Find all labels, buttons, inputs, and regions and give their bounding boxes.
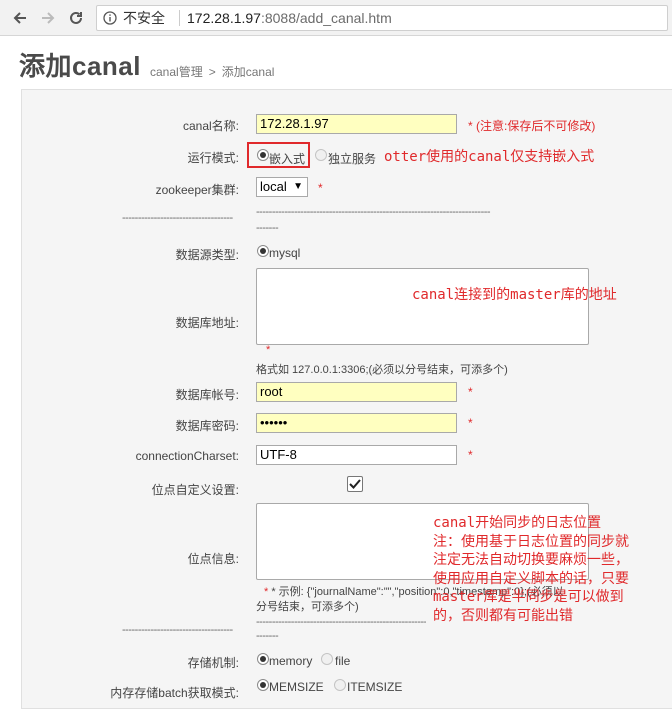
checkmark-icon (349, 479, 361, 489)
browser-toolbar: 不安全 172.28.1.97:8088/add_canal.htm (0, 0, 672, 36)
storage-file-label: file (335, 654, 351, 668)
divider-wrap: ------- (256, 630, 279, 642)
url-text: 172.28.1.97:8088/add_canal.htm (187, 6, 392, 30)
address-annotation: canal连接到的master库的地址 (412, 287, 617, 303)
canal-name-label: canal名称: (182, 119, 239, 133)
mode-annotation: otter使用的canal仅支持嵌入式 (384, 149, 595, 165)
db-address-label: 数据库地址: (175, 316, 239, 330)
charset-label: connectionCharset: (135, 449, 239, 463)
position-annotation-line: 使用应用自定义脚本的话，只要 (433, 570, 629, 587)
position-annotation-line: 注定无法自动切换要麻烦一些， (433, 552, 629, 568)
divider-right: ----------------------------------------… (256, 206, 491, 218)
position-annotation-line: 的，否则都有可能出错 (433, 607, 573, 624)
position-annotation-line: canal开始同步的日志位置 (433, 515, 602, 531)
zookeeper-label: zookeeper集群: (155, 183, 239, 197)
db-account-label: 数据库帐号: (175, 388, 239, 402)
breadcrumb-separator: > (208, 65, 216, 79)
db-address-textarea[interactable] (256, 268, 589, 345)
url-path: :8088/add_canal.htm (260, 10, 392, 26)
custom-position-label: 位点自定义设置: (151, 483, 239, 497)
breadcrumb-add-canal: 添加canal (221, 65, 275, 79)
divider-wrap: ------- (256, 222, 279, 234)
db-address-required: * (266, 344, 271, 356)
forward-button[interactable] (36, 6, 60, 30)
db-password-input[interactable]: •••••• (256, 413, 457, 433)
reload-icon (70, 11, 82, 24)
position-annotation-line: 注：使用基于日志位置的同步就 (433, 533, 629, 550)
canal-name-note: * (注意:保存后不可修改) (468, 119, 596, 133)
run-mode-label: 运行模式: (187, 151, 239, 165)
batch-memsize-radio[interactable] (257, 679, 269, 691)
mode-embedded-label: 嵌入式 (269, 152, 306, 166)
batch-itemsize-radio[interactable] (334, 679, 346, 691)
custom-position-checkbox[interactable] (347, 476, 363, 492)
divider-right: ----------------------------------------… (256, 616, 426, 628)
info-icon[interactable] (103, 11, 117, 25)
breadcrumb-canal-management[interactable]: canal管理 (150, 65, 203, 79)
charset-input[interactable]: UTF-8 (256, 445, 457, 465)
divider-left: ----------------------------------- (122, 624, 233, 636)
position-info-label: 位点信息: (187, 552, 239, 566)
canal-name-input[interactable]: 172.28.1.97 (256, 114, 457, 134)
breadcrumb: canal管理 > 添加canal (150, 63, 274, 80)
source-mysql-radio[interactable] (257, 245, 269, 257)
back-arrow-icon (13, 12, 26, 24)
reload-button[interactable] (64, 6, 88, 30)
storage-memory-radio[interactable] (257, 653, 269, 665)
address-separator (179, 10, 180, 26)
mode-embedded-radio[interactable] (257, 149, 269, 161)
position-annotation-line: master库是半同步是可以做到 (433, 589, 624, 605)
storage-memory-label: memory (269, 654, 313, 668)
mode-standalone-label: 独立服务 (328, 152, 377, 166)
db-account-input[interactable]: root (256, 382, 457, 402)
back-button[interactable] (8, 6, 32, 30)
zookeeper-required: * (318, 181, 323, 195)
mode-standalone-radio[interactable] (315, 149, 327, 161)
address-bar[interactable]: 不安全 172.28.1.97:8088/add_canal.htm (96, 5, 668, 31)
forward-arrow-icon (42, 12, 55, 24)
storage-file-radio[interactable] (321, 653, 333, 665)
zookeeper-select-value: local (260, 179, 287, 194)
position-info-hint-line2: 分号结束，可添多个) (256, 601, 359, 613)
db-address-hint: 格式如 127.0.0.1:3306;(必须以分号结束，可添多个) (256, 364, 508, 376)
security-label: 不安全 (123, 10, 165, 26)
db-password-label: 数据库密码: (175, 419, 239, 433)
url-host: 172.28.1.97 (187, 10, 261, 26)
db-password-required: * (468, 416, 473, 430)
dropdown-arrow-icon: ▼ (293, 181, 303, 192)
position-annotation: canal开始同步的日志位置 注：使用基于日志位置的同步就 注定无法自动切换要麻… (433, 514, 629, 625)
divider-left: ----------------------------------- (122, 212, 233, 224)
source-type-label: 数据源类型: (175, 248, 239, 262)
source-mysql-label: mysql (269, 246, 301, 260)
batch-mode-label: 内存存储batch获取模式: (110, 686, 239, 700)
page-title: 添加canal (19, 51, 141, 81)
charset-required: * (468, 448, 473, 462)
storage-label: 存储机制: (187, 656, 239, 670)
zookeeper-select[interactable]: local ▼ (256, 177, 308, 197)
db-account-required: * (468, 385, 473, 399)
